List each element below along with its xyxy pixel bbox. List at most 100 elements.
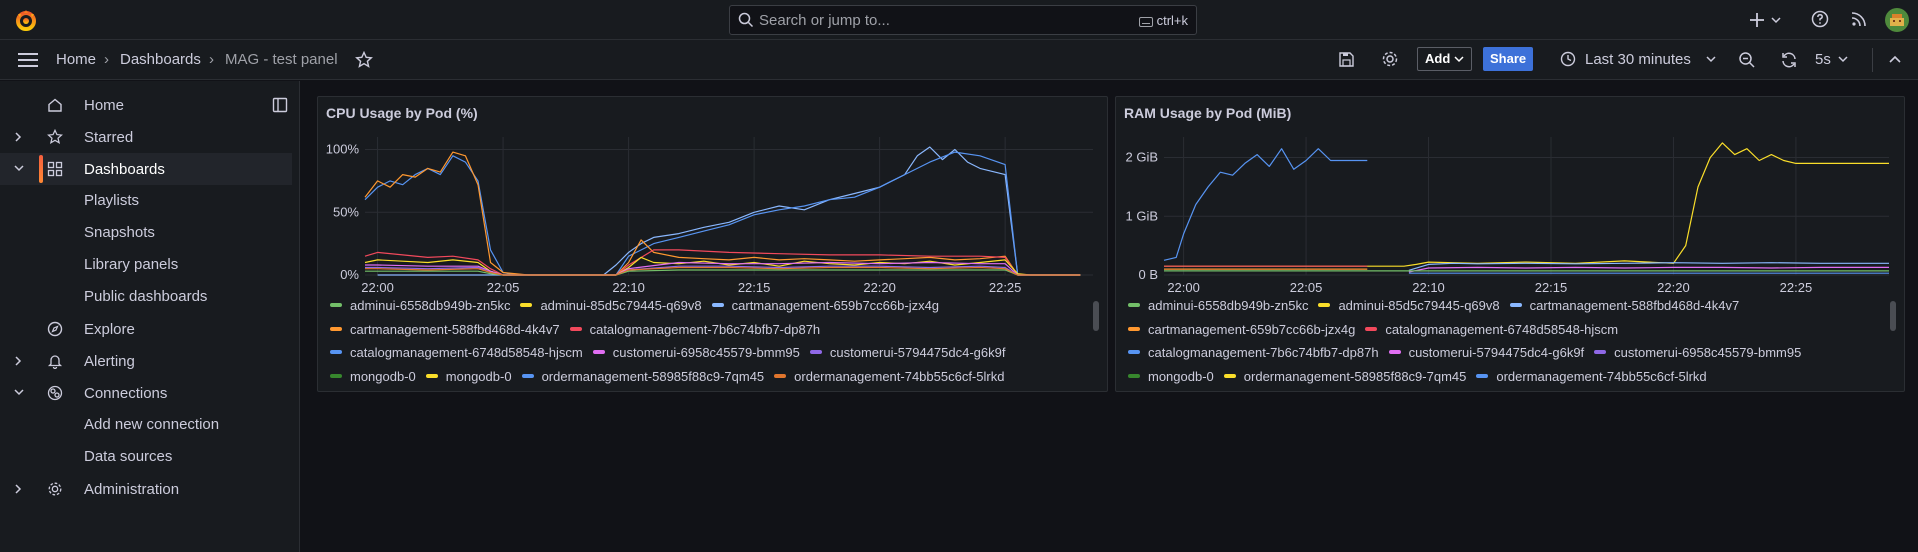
legend-item[interactable]: customerui-5794475dc4-g6k9f (1388, 345, 1584, 360)
legend-item[interactable]: mongodb-0 (425, 368, 512, 384)
legend-label: catalogmanagement-7b6c74bfb7-dp87h (1148, 345, 1379, 360)
legend-item[interactable]: adminui-85d5c79445-q69v8 (520, 298, 702, 313)
save-icon[interactable] (1338, 51, 1355, 68)
menu-icon[interactable] (18, 52, 38, 68)
legend-item[interactable]: catalogmanagement-7b6c74bfb7-dp87h (569, 322, 820, 337)
legend-label: ordermanagement-58985f88c9-7qm45 (1243, 368, 1467, 384)
rss-icon[interactable] (1850, 10, 1868, 28)
chevron-right-icon[interactable] (13, 483, 23, 495)
cpu-usage-chart[interactable]: 0% 50% 100% 22:00 22:05 22:10 22:15 22:20 22:25 (318, 97, 1108, 297)
legend-item[interactable]: customerui-6958c45579-bmm95 (1594, 345, 1801, 360)
sidebar-item-starred[interactable]: Starred (0, 121, 292, 153)
chevron-down-icon[interactable] (1838, 55, 1848, 63)
refresh-icon[interactable] (1780, 51, 1798, 69)
legend-swatch (330, 326, 342, 331)
ram-usage-panel[interactable]: RAM Usage by Pod (MiB) 0 B1 GiB 2 GiB 22:0… (1115, 96, 1905, 392)
legend-item[interactable]: ordermanagement-74bb55c6cf-5lrkd (1476, 369, 1707, 384)
plus-icon[interactable] (1750, 10, 1784, 30)
chevron-right-icon[interactable] (13, 355, 23, 367)
legend-item[interactable]: cartmanagement-588fbd468d-4k4v7 (330, 322, 560, 337)
legend-label: cartmanagement-588fbd468d-4k4v7 (1529, 298, 1740, 313)
chart-legend: adminui-6558db949b-zn5kc adminui-85d5c794… (1128, 297, 1884, 391)
zoom-out-icon[interactable] (1738, 51, 1756, 69)
time-range-picker[interactable]: Last 30 minutes (1585, 51, 1691, 68)
legend-item[interactable]: ordermanagement-74bb55c6cf-5lrkd (774, 369, 1004, 384)
legend-item[interactable]: customerui-6958c45579-bmm95 (592, 345, 800, 360)
sidebar-item-library-panels[interactable]: Library panels (84, 256, 178, 273)
sidebar-item-add-new-connection[interactable]: Add new connection (84, 416, 219, 433)
legend-item[interactable]: catalogmanagement-7b6c74bfb7-dp87h (1128, 345, 1379, 360)
legend-item[interactable]: cartmanagement-588fbd468d-4k4v7 (1509, 298, 1740, 313)
legend-item[interactable]: adminui-6558db949b-zn5kc (330, 298, 510, 313)
legend-label: mongodb-0 (445, 368, 512, 384)
help-icon[interactable] (1811, 10, 1829, 28)
sidebar-item-home[interactable]: Home (0, 89, 292, 121)
x-tick-label: 22:05 (487, 280, 520, 295)
legend-label: cartmanagement-659b7cc66b-jzx4g (731, 298, 940, 313)
chevron-down-icon[interactable] (13, 387, 25, 397)
legend-label: ordermanagement-74bb55c6cf-5lrkd (794, 368, 1005, 384)
sidebar-item-connections[interactable]: Connections (0, 377, 292, 409)
legend-item[interactable]: mongodb-0 (330, 369, 416, 384)
legend-swatch (1388, 350, 1401, 354)
legend-label: ordermanagement-58985f88c9-7qm45 (541, 368, 765, 384)
legend-item[interactable]: adminui-6558db949b-zn5kc (1128, 298, 1308, 313)
legend-item[interactable]: adminui-85d5c79445-q69v8 (1318, 298, 1500, 313)
legend-item[interactable]: cartmanagement-659b7cc66b-jzx4g (711, 298, 940, 313)
sidebar-item-label: Home (84, 97, 125, 114)
active-indicator (39, 155, 43, 183)
sidebar-item-public-dashboards[interactable]: Public dashboards (84, 288, 207, 305)
x-tick-label: 22:15 (738, 280, 771, 295)
sidebar-item-dashboards[interactable]: Dashboards (0, 153, 292, 185)
sidebar-item-alerting[interactable]: Alerting (0, 345, 292, 377)
apps-icon (47, 161, 63, 177)
add-button[interactable]: Add (1417, 47, 1472, 71)
chevron-up-icon[interactable] (1888, 54, 1902, 64)
sidebar-item-snapshots[interactable]: Snapshots (84, 224, 155, 241)
dock-menu-icon[interactable] (272, 97, 288, 113)
legend-swatch (330, 350, 342, 354)
legend-item[interactable]: catalogmanagement-6748d58548-hjscm (1365, 322, 1618, 337)
series-line[interactable] (365, 269, 1081, 276)
legend-swatch (521, 373, 534, 378)
chevron-down-icon[interactable] (13, 163, 25, 173)
sidebar-item-explore[interactable]: Explore (0, 313, 292, 345)
legend-label: adminui-85d5c79445-q69v8 (1338, 298, 1500, 313)
legend-row: cartmanagement-659b7cc66b-jzx4g catalogma… (1128, 321, 1628, 343)
cpu-usage-panel[interactable]: CPU Usage by Pod (%) 0% 50% 100% 22:00 22:05… (317, 96, 1108, 392)
chevron-right-icon[interactable] (13, 131, 23, 143)
series-line[interactable] (1163, 148, 1368, 261)
series-line[interactable] (1408, 262, 1889, 271)
breadcrumb-home[interactable]: Home (56, 51, 96, 68)
search-input[interactable]: Search or jump to... ctrl+k (729, 5, 1197, 35)
legend-swatch (1128, 350, 1140, 354)
legend-swatch (569, 326, 582, 331)
chevron-down-icon (1454, 56, 1464, 63)
legend-item[interactable]: catalogmanagement-6748d58548-hjscm (330, 345, 583, 360)
chevron-down-icon[interactable] (1706, 55, 1716, 63)
legend-scrollbar[interactable] (1890, 301, 1896, 331)
cog-icon (48, 482, 62, 496)
grafana-logo[interactable] (14, 8, 38, 32)
legend-swatch (809, 350, 822, 354)
legend-item[interactable]: ordermanagement-58985f88c9-7qm45 (1223, 368, 1467, 384)
refresh-interval-picker[interactable]: 5s (1815, 51, 1831, 68)
legend-swatch (774, 373, 787, 378)
breadcrumb-dashboards[interactable]: Dashboards (120, 51, 201, 68)
sidebar-item-playlists[interactable]: Playlists (84, 192, 139, 209)
legend-item[interactable]: ordermanagement-58985f88c9-7qm45 (521, 368, 765, 384)
legend-item[interactable]: mongodb-0 (1128, 369, 1214, 384)
share-button[interactable]: Share (1483, 47, 1534, 71)
breadcrumb-separator: › (104, 51, 109, 68)
gear-icon[interactable] (1381, 50, 1399, 68)
sidebar-item-data-sources[interactable]: Data sources (84, 448, 172, 465)
star-icon[interactable] (355, 51, 373, 69)
sidebar-item-administration[interactable]: Administration (0, 473, 292, 505)
legend-scrollbar[interactable] (1093, 301, 1099, 331)
legend-item[interactable]: customerui-5794475dc4-g6k9f (809, 345, 1005, 360)
ram-usage-chart[interactable]: 0 B 1 GiB 2 GiB 22:00 22:05 22:10 22:15 22:20 22… (1116, 97, 1905, 297)
avatar[interactable] (1885, 8, 1909, 32)
legend-item[interactable]: cartmanagement-659b7cc66b-jzx4g (1128, 322, 1355, 337)
legend-row: adminui-6558db949b-zn5kc adminui-85d5c794… (1128, 297, 1749, 319)
legend-label: adminui-6558db949b-zn5kc (1148, 298, 1309, 313)
